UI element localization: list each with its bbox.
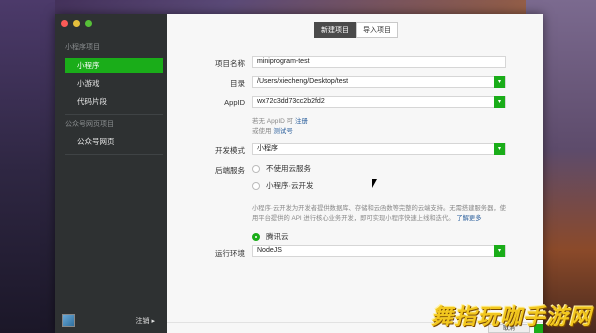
dev-mode-label: 开发模式 [215,146,245,155]
sidebar-item-minigame[interactable]: 小游戏 [65,76,163,91]
dev-mode-select[interactable]: 小程序 ▾ [252,143,506,155]
project-name-label: 项目名称 [215,59,245,68]
appid-hint-prefix: 若无 AppID 可 [252,118,294,125]
tab-new-project[interactable]: 新建项目 [314,22,356,38]
appid-input[interactable]: wx72c3dd73cc2b2fd2 ▾ [252,96,506,108]
appid-value: wx72c3dd73cc2b2fd2 [257,98,325,105]
radio-no-cloud-label: 不使用云服务 [266,164,311,173]
sidebar-group-official-account: 公众号网页项目 [65,121,114,128]
test-account-link[interactable]: 测试号 [273,128,293,135]
radio-tencent-cloud-label: 腾讯云 [266,232,289,241]
chevron-down-icon[interactable]: ▾ [494,245,505,257]
close-window-button[interactable] [61,20,68,27]
avatar[interactable] [62,314,75,327]
site-watermark: 舞指玩咖手游网 [430,304,592,329]
radio-checked-icon[interactable] [252,232,260,241]
mouse-cursor-icon [372,179,377,188]
radio-icon[interactable] [252,164,260,173]
chevron-down-icon[interactable]: ▾ [494,143,505,155]
appid-hint: 若无 AppID 可 注册 [252,115,308,125]
desktop-wallpaper-left [0,0,55,333]
tab-import-project[interactable]: 导入项目 [356,22,398,38]
register-link[interactable]: 注册 [295,118,308,125]
directory-value: /Users/xiecheng/Desktop/test [257,78,349,85]
directory-label: 目录 [230,79,245,88]
minimize-window-button[interactable] [73,20,80,27]
backend-service-label: 后端服务 [215,166,245,175]
zoom-window-button[interactable] [85,20,92,27]
radio-no-cloud[interactable]: 不使用云服务 [252,163,311,174]
chevron-down-icon[interactable]: ▾ [494,96,505,108]
dev-mode-value: 小程序 [257,145,278,152]
project-name-input[interactable]: miniprogram-test [252,56,506,68]
runtime-env-select[interactable]: NodeJS ▾ [252,245,506,257]
radio-tencent-cloud[interactable]: 腾讯云 [252,231,289,242]
radio-cloud-dev[interactable]: 小程序·云开发 [252,180,314,191]
radio-cloud-dev-label: 小程序·云开发 [266,181,314,190]
project-tabs: 新建项目 导入项目 [314,22,398,38]
window-controls [61,20,92,27]
sidebar-item-miniprogram[interactable]: 小程序 [65,58,163,73]
runtime-env-value: NodeJS [257,247,282,254]
sidebar: 小程序项目 小程序 小游戏 代码片段 公众号网页项目 公众号网页 注销 ▸ [55,14,167,333]
sidebar-divider [65,114,163,115]
runtime-env-label: 运行环境 [215,249,245,258]
sidebar-item-code-snippet[interactable]: 代码片段 [65,94,163,109]
radio-icon[interactable] [252,181,260,190]
sidebar-item-official-web[interactable]: 公众号网页 [65,134,163,149]
main-panel: 新建项目 导入项目 项目名称 miniprogram-test 目录 /User… [167,14,543,333]
appid-hint-2: 或使用 测试号 [252,125,293,135]
directory-input[interactable]: /Users/xiecheng/Desktop/test ▾ [252,76,506,88]
chevron-down-icon[interactable]: ▾ [494,76,505,88]
logout-button[interactable]: 注销 ▸ [136,316,155,326]
learn-more-link[interactable]: 了解更多 [456,215,481,222]
appid-hint-line2-prefix: 或使用 [252,128,272,135]
app-window: 小程序项目 小程序 小游戏 代码片段 公众号网页项目 公众号网页 注销 ▸ 新建… [55,14,543,333]
sidebar-group-miniprogram: 小程序项目 [65,44,100,51]
sidebar-footer: 注销 ▸ [55,309,167,333]
cloud-dev-description: 小程序·云开发为开发者提供数据库、存储和云函数等完整的云端支持。无需搭建服务器，… [252,204,508,223]
sidebar-divider [65,154,163,155]
appid-label: AppID [224,98,245,107]
